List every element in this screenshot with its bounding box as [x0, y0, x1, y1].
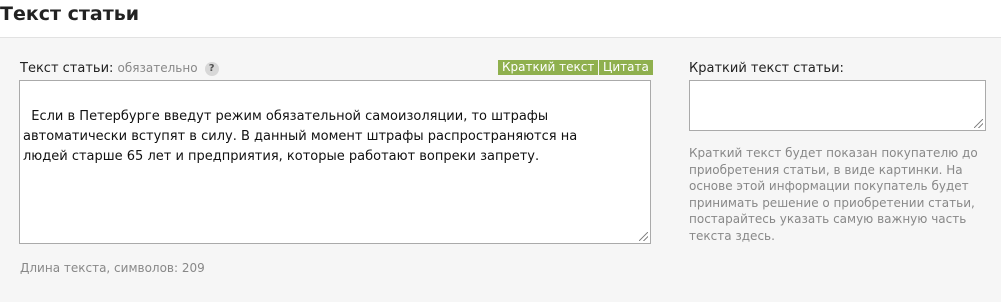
quote-button[interactable]: Цитата: [599, 60, 653, 75]
summary-resize-handle-icon[interactable]: [974, 119, 983, 128]
summary-hint: Краткий текст будет показан покупателю д…: [689, 146, 978, 243]
resize-handle-icon[interactable]: [639, 232, 648, 241]
page-title: Текст статьи: [0, 3, 140, 25]
required-note: обязательно: [117, 61, 198, 75]
article-text-input[interactable]: Если в Петербурге введут режим обязатель…: [19, 80, 651, 244]
article-text-value: Если в Петербурге введут режим обязатель…: [23, 109, 578, 164]
article-text-label-row: Текст статьи: обязательно ?: [20, 61, 219, 76]
help-icon[interactable]: ?: [204, 61, 219, 76]
short-text-button[interactable]: Краткий текст: [498, 60, 599, 75]
article-text-label: Текст статьи:: [20, 61, 114, 76]
summary-label: Краткий текст статьи:: [689, 61, 844, 76]
summary-text-input[interactable]: [689, 80, 986, 131]
text-length-counter: Длина текста, символов: 209: [20, 261, 205, 275]
